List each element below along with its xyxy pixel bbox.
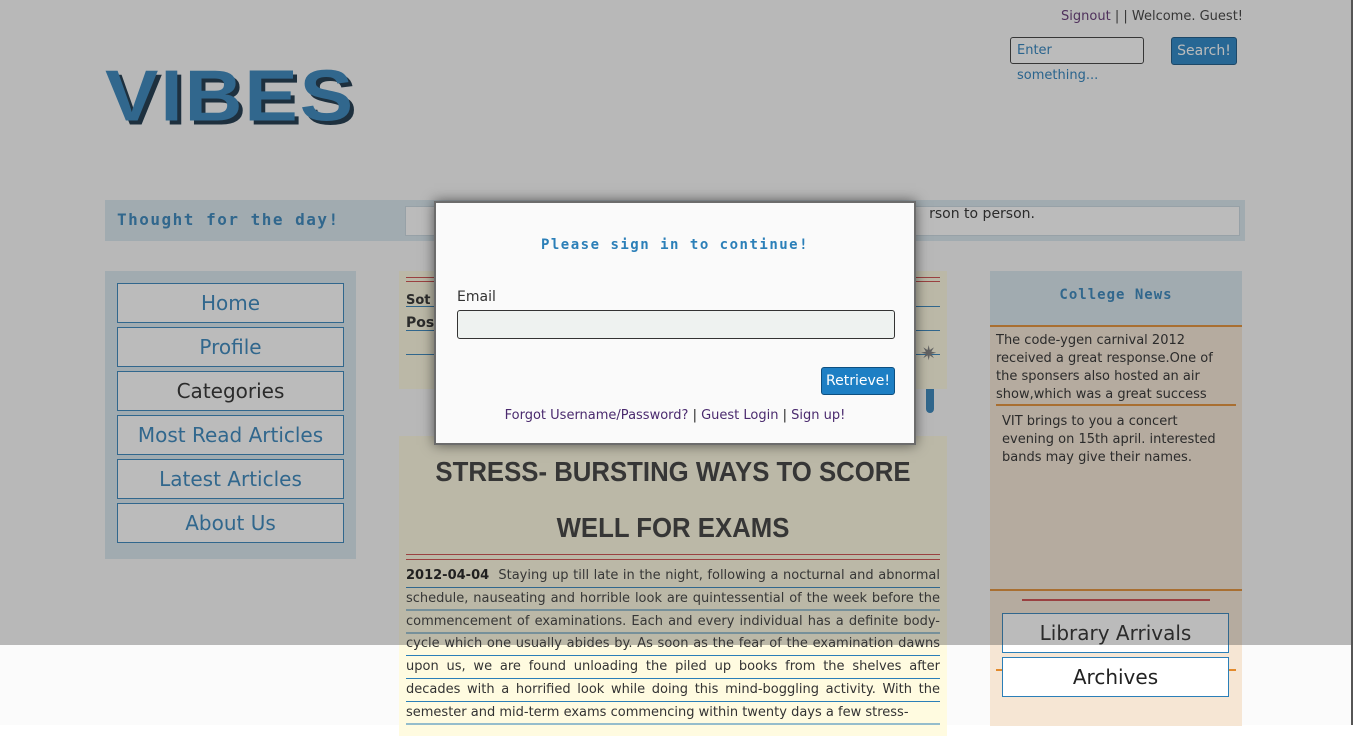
link-separator: | [688, 408, 702, 423]
signup-link[interactable]: Sign up! [791, 408, 845, 423]
guest-login-link[interactable]: Guest Login [701, 408, 778, 423]
retrieve-button[interactable]: Retrieve! [821, 367, 895, 395]
email-field[interactable] [457, 310, 895, 339]
signin-modal: Please sign in to continue! Email Retrie… [434, 201, 916, 445]
email-label: Email [457, 289, 496, 305]
archives-button[interactable]: Archives [1002, 657, 1229, 697]
forgot-password-link[interactable]: Forgot Username/Password? [505, 408, 689, 423]
modal-links: Forgot Username/Password? | Guest Login … [436, 408, 914, 423]
link-separator: | [778, 408, 792, 423]
modal-title: Please sign in to continue! [540, 237, 810, 253]
page: Signout | | Welcome. Guest! Enter someth… [0, 0, 1353, 736]
